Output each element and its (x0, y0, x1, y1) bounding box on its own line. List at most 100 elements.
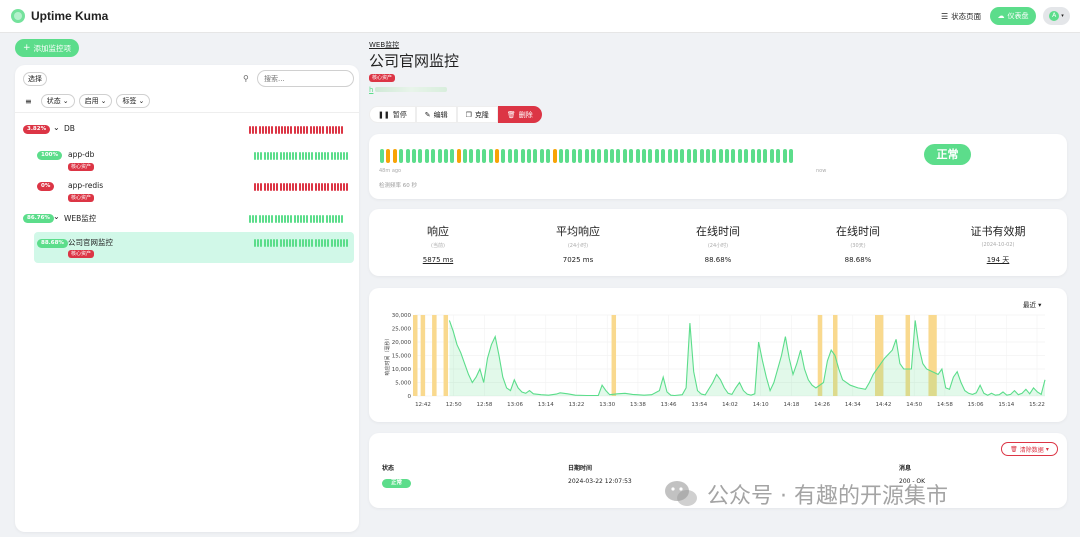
heartbeat-beat (279, 239, 282, 247)
pause-button[interactable]: ❚❚ 暂停 (369, 106, 416, 123)
y-tick-label: 10,000 (392, 367, 412, 373)
heartbeat-beat (327, 152, 330, 160)
tag-badge: 核心资产 (68, 194, 95, 202)
heartbeat-beat (319, 215, 322, 223)
heartbeat-beat (257, 183, 260, 191)
edit-button[interactable]: ✎ 编辑 (415, 106, 457, 123)
chevron-down-icon[interactable]: ⌄ (53, 212, 60, 221)
heartbeat-bar (249, 215, 344, 223)
heartbeat-beat (322, 126, 325, 134)
heartbeat-beat (264, 126, 267, 134)
heartbeat-beat (296, 215, 299, 223)
heartbeat-beat (635, 149, 640, 163)
heartbeat-beat (386, 149, 391, 163)
heartbeat-beat (322, 215, 325, 223)
stat-avg-response: 平均响应 (24小时) 7025 ms (518, 223, 638, 264)
search-box: ⚲ (243, 70, 355, 87)
clear-data-button[interactable]: 🗑 清除数据 ▾ (1001, 442, 1058, 456)
uptime-badge: 0% (37, 182, 55, 191)
filter-active-label: 启用 (84, 97, 99, 105)
monitor-name: app-db (68, 150, 95, 159)
heartbeat-beat (463, 149, 468, 163)
x-tick-label: 14:58 (937, 402, 953, 408)
heartbeat-beat (320, 183, 323, 191)
heartbeat-beat (305, 183, 307, 191)
app-title[interactable]: Uptime Kuma (31, 9, 108, 23)
select-button[interactable]: 选择 (23, 72, 47, 86)
heartbeat-beat (292, 183, 295, 191)
filter-bar: ≡ 状态 ⌄ 启用 ⌄ 标签 ⌄ (25, 94, 151, 108)
search-input[interactable] (257, 70, 354, 87)
heartbeat-beat (686, 149, 691, 163)
monitor-item-app-db[interactable]: 100% app-db 核心资产 (34, 149, 359, 180)
monitor-url[interactable]: h (369, 86, 447, 94)
heartbeat-beat (331, 126, 334, 134)
heartbeat-beat (254, 183, 256, 191)
stat-title: 在线时间 (836, 225, 880, 238)
profile-dropdown[interactable]: A ▾ (1043, 7, 1070, 25)
chevron-down-icon: ⌄ (138, 97, 145, 105)
heartbeat-beat (274, 126, 277, 134)
heartbeat-beat (437, 149, 442, 163)
heartbeat-beat (317, 152, 320, 160)
heartbeat-beat (287, 215, 290, 223)
x-tick-label: 15:14 (998, 402, 1014, 408)
heartbeat-end-time: now (816, 168, 827, 174)
stat-uptime-24h: 在线时间 (24小时) 88.68% (658, 223, 778, 264)
heartbeat-beat (725, 149, 730, 163)
heartbeat-beat (731, 149, 736, 163)
heartbeat-beat (597, 149, 602, 163)
heartbeat-beat (268, 215, 271, 223)
status-page-link[interactable]: ☰ 状态页面 (941, 11, 981, 22)
uptime-kuma-logo-icon[interactable] (11, 9, 25, 23)
y-axis-label: 响应时间（毫秒） (384, 335, 391, 375)
heartbeat-beat (266, 183, 269, 191)
heartbeat-beat (763, 149, 768, 163)
heartbeat-beat (336, 239, 339, 247)
stat-value[interactable]: 5875 ms (378, 256, 498, 264)
heartbeat-bar (254, 239, 349, 247)
filter-active[interactable]: 启用 ⌄ (78, 94, 113, 108)
heartbeat-beat (341, 126, 344, 134)
plus-icon: + (22, 43, 31, 53)
heartbeat-beat (312, 215, 315, 223)
x-tick-label: 14:10 (753, 402, 769, 408)
dashboard-button[interactable]: ☁ 仪表盘 (990, 7, 1036, 25)
heartbeat-beat (405, 149, 410, 163)
delete-button[interactable]: 🗑 删除 (497, 106, 542, 123)
heartbeat-beat (317, 183, 320, 191)
chevron-down-icon[interactable]: ⌄ (53, 123, 60, 132)
monitor-item-app-redis[interactable]: 0% app-redis 核心资产 (34, 180, 359, 211)
heartbeat-beat (311, 152, 314, 160)
response-chart-card: 最近 ▾ 0 5,000 10,000 15,000 20,000 25,000 30,00… (369, 288, 1067, 422)
monitor-item-selected[interactable]: 88.68% 公司官网监控 核心资产 (34, 232, 354, 263)
filter-icon[interactable]: ≡ (25, 97, 32, 106)
stat-sub: (当前) (431, 243, 445, 249)
heartbeat-beat (249, 126, 251, 134)
heartbeat-beat (303, 215, 306, 223)
heartbeat-beat (346, 152, 349, 160)
heartbeat-beat (277, 126, 280, 134)
heartbeat-beat (333, 152, 336, 160)
filter-tags[interactable]: 标签 ⌄ (116, 94, 151, 108)
heartbeat-beat (343, 183, 346, 191)
watermark-text: 公众号 · 有趣的开源集市 (707, 484, 948, 509)
add-monitor-button[interactable]: + 添加监控项 (15, 39, 79, 57)
heartbeat-beat (533, 149, 538, 163)
x-tick-label: 13:30 (599, 402, 615, 408)
heartbeat-beat (314, 152, 317, 160)
heartbeat-beat (271, 215, 274, 223)
stat-value[interactable]: 194 天 (938, 255, 1058, 265)
response-chart: 0 5,000 10,000 15,000 20,000 25,000 30,000 12:4… (384, 313, 1046, 408)
heartbeat-beat (661, 149, 666, 163)
filter-status[interactable]: 状态 ⌄ (40, 94, 75, 108)
heartbeat-beat (300, 215, 302, 223)
stat-sub: (24小时) (567, 243, 589, 249)
stat-uptime-30d: 在线时间 (30天) 88.68% (798, 223, 918, 264)
tag-badge: 核心资产 (369, 74, 396, 82)
y-tick-label: 0 (408, 394, 412, 400)
clone-button[interactable]: ❐ 克隆 (456, 106, 498, 123)
heartbeat-beat (399, 149, 404, 163)
breadcrumb[interactable]: WEB监控 (369, 40, 399, 50)
y-tick-label: 25,000 (392, 327, 412, 333)
